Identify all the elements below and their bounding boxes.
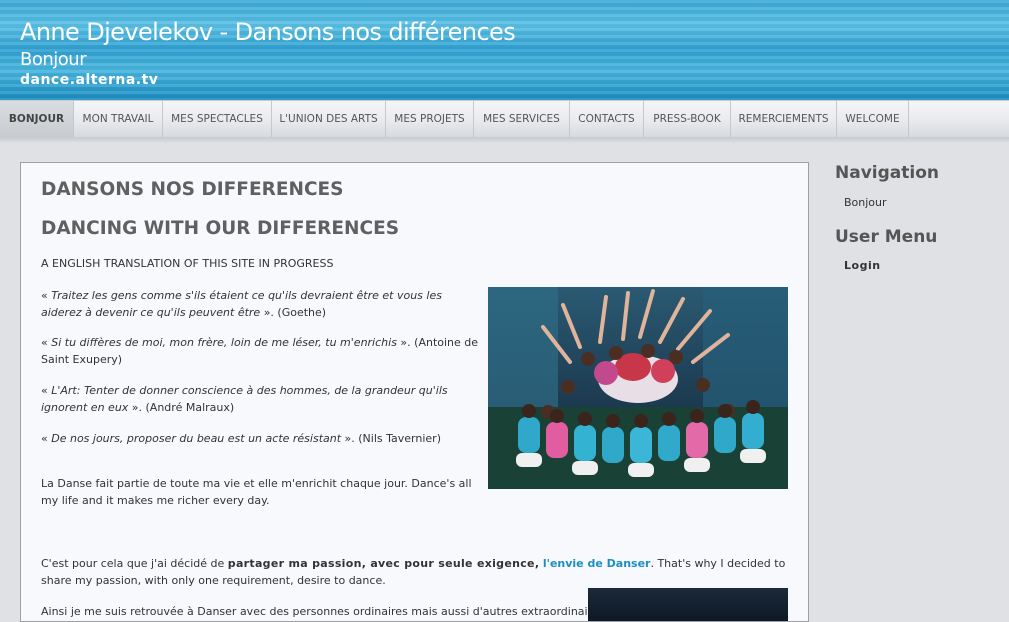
site-subtitle: Bonjour xyxy=(20,49,87,70)
nav-item-mon-travail[interactable]: Mon travail xyxy=(74,101,163,137)
stage-photo xyxy=(588,588,788,621)
user-menu-heading: User Menu xyxy=(835,227,938,247)
nav-item-union-des-arts[interactable]: L'union des arts xyxy=(272,101,386,137)
nav-item-mes-spectacles[interactable]: Mes spectacles xyxy=(163,101,272,137)
site-header: Anne Djevelekov - Dansons nos différence… xyxy=(0,0,1009,100)
quote-malraux: « L'Art: Tenter de donner conscience à d… xyxy=(41,384,448,414)
nav-item-mes-services[interactable]: Mes services xyxy=(474,101,570,137)
quote-saint-exupery: « Si tu diffères de moi, mon frère, loin… xyxy=(41,336,479,366)
desire-to-dance-link[interactable]: l'envie de Danser xyxy=(543,557,651,570)
quote-tavernier: « De nos jours, proposer du beau est un … xyxy=(41,432,441,445)
nav-item-contacts[interactable]: Contacts xyxy=(570,101,644,137)
dance-group-photo xyxy=(488,287,788,489)
login-link[interactable]: Login xyxy=(844,259,881,272)
page-title: DANSONS NOS DIFFERENCES xyxy=(41,179,344,200)
navigation-heading: Navigation xyxy=(835,163,939,183)
nav-item-mes-projets[interactable]: Mes projets xyxy=(386,101,474,137)
main-content: DANSONS NOS DIFFERENCES DANCING WITH OUR… xyxy=(20,162,809,622)
nav-item-press-book[interactable]: Press-book xyxy=(644,101,731,137)
nav-item-bonjour[interactable]: Bonjour xyxy=(0,101,74,137)
main-nav: Bonjour Mon travail Mes spectacles L'uni… xyxy=(0,100,1009,138)
site-url: dance.alterna.tv xyxy=(20,72,159,88)
site-title[interactable]: Anne Djevelekov - Dansons nos différence… xyxy=(20,18,516,46)
nav-shadow xyxy=(0,137,1009,143)
nav-item-welcome[interactable]: Welcome xyxy=(837,101,909,137)
nav-item-remerciements[interactable]: Remerciements xyxy=(731,101,837,137)
dance-paragraph: La Danse fait partie de toute ma vie et … xyxy=(41,477,472,507)
page-subtitle: DANCING WITH OUR DIFFERENCES xyxy=(41,218,400,239)
passion-paragraph: C'est pour cela que j'ai décidé de parta… xyxy=(41,557,786,587)
last-paragraph: Ainsi je me suis retrouvée à Danser avec… xyxy=(41,605,605,618)
sidebar-link-bonjour[interactable]: Bonjour xyxy=(844,196,887,209)
translation-note: A ENGLISH TRANSLATION OF THIS SITE IN PR… xyxy=(41,257,334,270)
quote-goethe: « Traitez les gens comme s'ils étaient c… xyxy=(41,289,442,319)
